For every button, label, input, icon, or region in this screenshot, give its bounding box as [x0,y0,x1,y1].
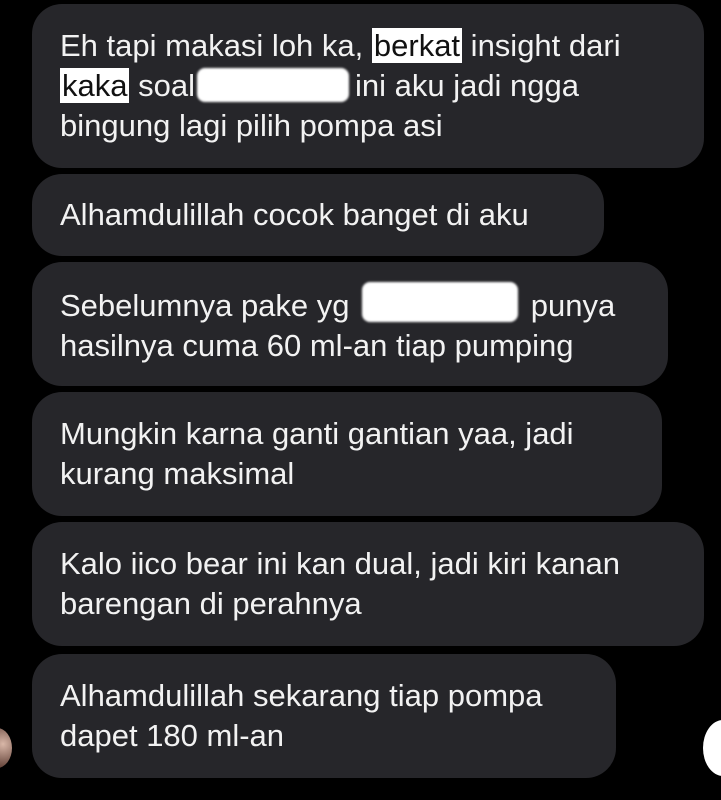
message-line: Eh tapi makasi loh ka, berkat insight da… [60,26,678,66]
message-line: kurang maksimal [60,454,636,494]
message-line: Kalo iico bear ini kan dual, jadi kiri k… [60,544,678,584]
message-text: Eh tapi makasi loh ka, [60,28,372,63]
message-line: Mungkin karna ganti gantian yaa, jadi [60,414,636,454]
message-bubble[interactable]: Eh tapi makasi loh ka, berkat insight da… [32,4,704,168]
message-thread: Eh tapi makasi loh ka, berkat insight da… [0,0,721,800]
message-bubble[interactable]: Mungkin karna ganti gantian yaa, jadi ku… [32,392,662,516]
highlighted-word: kaka [60,68,130,103]
message-line: bingung lagi pilih pompa asi [60,106,678,146]
message-line: Alhamdulillah cocok banget di aku [60,195,578,235]
message-bubble[interactable]: Alhamdulillah cocok banget di aku [32,174,604,256]
message-line: barengan di perahnya [60,584,678,624]
message-text: Mungkin karna ganti gantian yaa, jadi [60,416,574,451]
message-text: kurang maksimal [60,456,295,491]
message-text: punya [522,288,616,323]
message-text: Kalo iico bear ini kan dual, jadi kiri k… [60,546,621,581]
avatar[interactable] [0,728,12,768]
message-bubble[interactable]: Sebelumnya pake yg punya hasilnya cuma 6… [32,262,668,386]
message-bubble[interactable]: Kalo iico bear ini kan dual, jadi kiri k… [32,522,704,646]
message-line: dapet 180 ml-an [60,716,590,756]
message-text: Sebelumnya pake yg [60,288,359,323]
redaction-block [196,68,349,102]
message-line: Alhamdulillah sekarang tiap pompa [60,676,590,716]
message-text: insight dari [462,28,621,63]
highlighted-word: berkat [371,28,463,63]
message-line: kaka soal ini aku jadi ngga [60,66,678,106]
message-bubble[interactable]: Alhamdulillah sekarang tiap pompa dapet … [32,654,616,778]
message-text: barengan di perahnya [60,586,362,621]
message-text: Alhamdulillah sekarang tiap pompa [60,678,543,713]
message-text: Alhamdulillah cocok banget di aku [60,197,529,232]
message-line: hasilnya cuma 60 ml-an tiap pumping [60,326,642,366]
message-text: soal [129,68,195,103]
message-text: bingung lagi pilih pompa asi [60,108,443,143]
message-text: dapet 180 ml-an [60,718,285,753]
redaction-block [362,282,519,322]
message-line: Sebelumnya pake yg punya [60,282,642,326]
message-text: ini aku jadi ngga [354,68,580,103]
message-text: hasilnya cuma 60 ml-an tiap pumping [60,328,574,363]
reaction-bubble-edge [703,720,721,776]
